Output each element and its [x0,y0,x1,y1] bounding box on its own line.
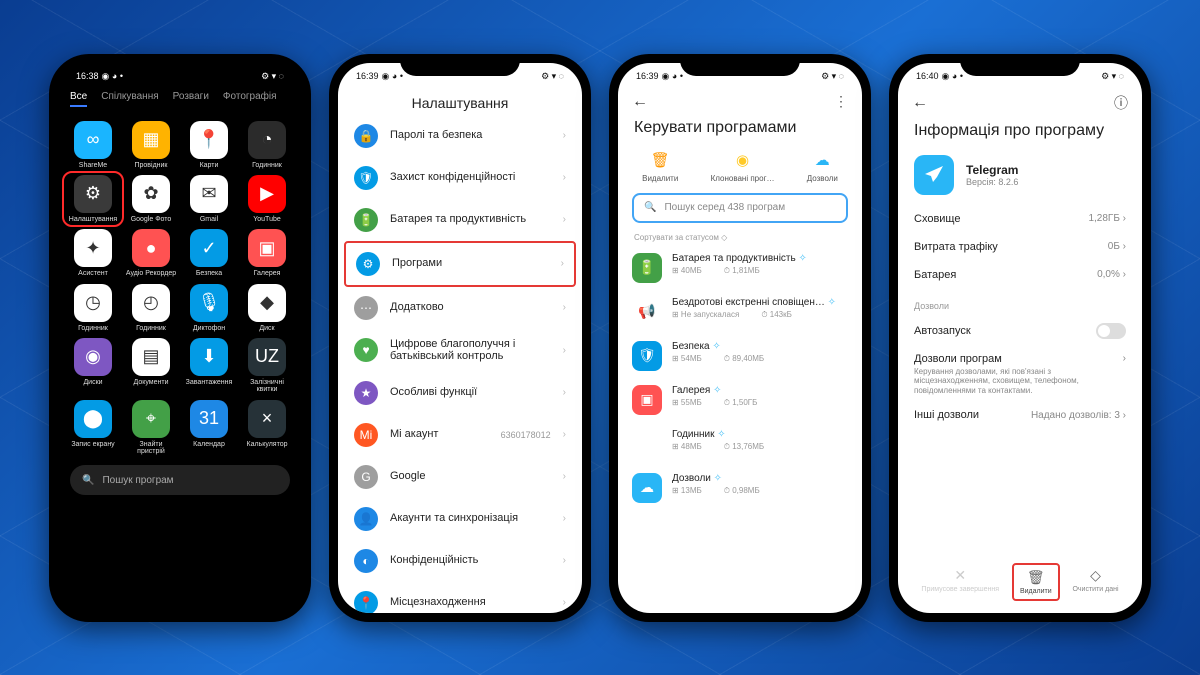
settings-row[interactable]: MiМі акаунт6360178012› [344,414,576,456]
app-диски[interactable]: ◉Диски [66,338,120,394]
app-row[interactable]: 📢Бездротові екстренні сповіщен… ✧⊞ Не за… [632,290,848,334]
app-документи[interactable]: ▤Документи [124,338,178,394]
settings-row[interactable]: ◐Конфіденційність› [344,540,576,582]
phone-4-app-info: 16:40◉ ◕ • ⚙ ▾ ◌ ← ⓘ Інформація про прог… [889,54,1151,622]
app-налаштування[interactable]: ⚙Налаштування [62,171,124,227]
app-row[interactable]: 🛡Безпека ✧⊞ 54МБ⏱ 89,40МБ [632,334,848,378]
app-диск[interactable]: ◆Диск [240,284,294,332]
settings-row[interactable]: 🔒Паролі та безпека› [344,115,576,157]
bottom-button[interactable]: 🗑Видалити [1012,563,1060,601]
page-title: Керувати програмами [618,117,862,145]
app-запис екрану[interactable]: ⬤Запис екрану [66,400,120,456]
app-асистент[interactable]: ✦Асистент [66,229,120,277]
app-годинник[interactable]: ◷Годинник [66,284,120,332]
settings-row[interactable]: 📍Місцезнаходження› [344,582,576,613]
permissions-section: Дозволи [898,289,1142,315]
app-shareme[interactable]: ∞ShareMe [66,121,120,169]
settings-row[interactable]: GGoogle› [344,456,576,498]
app-карти[interactable]: 📍Карти [182,121,236,169]
settings-row[interactable]: ⚙Програми› [344,241,576,287]
search-input[interactable]: 🔍 Пошук серед 438 програм [632,193,848,223]
tab-communication[interactable]: Спілкування [101,91,158,107]
tab-entertainment[interactable]: Розваги [173,91,209,107]
app-row[interactable]: ◷Годинник ✧⊞ 48МБ⏱ 13,76МБ [632,422,848,466]
search-icon: 🔍 [644,202,656,213]
app-row[interactable]: ▣Галерея ✧⊞ 55МБ⏱ 1,50ГБ [632,378,848,422]
app-завантаження[interactable]: ⬇Завантаження [182,338,236,394]
app-провідник[interactable]: ▦Провідник [124,121,178,169]
app-календар[interactable]: 31Календар [182,400,236,456]
sort-dropdown[interactable]: Сортувати за статусом ◇ [618,231,862,246]
autostart-row[interactable]: Автозапуск [898,315,1142,347]
telegram-icon [914,155,954,195]
settings-row[interactable]: ♥Цифрове благополуччя і батьківський кон… [344,329,576,372]
app-permissions-row[interactable]: Дозволи програм Керування дозволами, які… [898,347,1142,402]
app-безпека[interactable]: ✓Безпека [182,229,236,277]
settings-row[interactable]: 🔋Батарея та продуктивність› [344,199,576,241]
app-header: Telegram Версія: 8.2.6 [898,151,1142,205]
app-диктофон[interactable]: 🎙Диктофон [182,284,236,332]
app-калькулятор[interactable]: ×Калькулятор [240,400,294,456]
app-годинник[interactable]: ◔Годинник [240,121,294,169]
back-button[interactable]: ← [632,93,648,111]
app-row[interactable]: ☁Дозволи ✧⊞ 13МБ⏱ 0,98МБ [632,466,848,510]
bottom-button: ✕Примусове завершення [915,563,1005,601]
action-Клоновані прог…[interactable]: ◉Клоновані прог… [711,149,775,183]
app-google фото[interactable]: ✿Google Фото [124,175,178,223]
action-Дозволи[interactable]: ☁Дозволи [807,149,838,183]
info-icon[interactable]: ⓘ [1114,93,1128,113]
menu-dots[interactable]: ⋮ [834,93,848,110]
settings-row[interactable]: ★Особливі функції› [344,372,576,414]
category-tabs[interactable]: Все Спілкування Розваги Фотографія [58,87,302,111]
app-youtube[interactable]: ▶YouTube [240,175,294,223]
app-знайти пристрій[interactable]: ⌖Знайти пристрій [124,400,178,456]
search-input[interactable]: 🔍 Пошук програм [70,465,290,495]
chevron-right-icon: › [1123,353,1126,364]
settings-row[interactable]: 🛡Захист конфіденційності› [344,157,576,199]
tab-photo[interactable]: Фотографія [223,91,277,107]
phone-2-settings: 16:39◉ ◕ • ⚙ ▾ ◌ Налаштування 🔒Паролі та… [329,54,591,622]
app-галерея[interactable]: ▣Галерея [240,229,294,277]
app-name: Telegram [966,163,1018,177]
other-permissions-row[interactable]: Інші дозволи Надано дозволів: 3 › [898,401,1142,429]
app-залізничні квитки[interactable]: UZЗалізничні квитки [240,338,294,394]
stat-row[interactable]: Батарея0,0% › [898,261,1142,289]
app-годинник[interactable]: ◴Годинник [124,284,178,332]
app-gmail[interactable]: ✉Gmail [182,175,236,223]
tab-all[interactable]: Все [70,91,87,107]
app-аудіо рекордер[interactable]: ●Аудіо Рекордер [124,229,178,277]
action-Видалити[interactable]: 🗑Видалити [642,149,678,183]
app-row[interactable]: 🔋Батарея та продуктивність ✧⊞ 40МБ⏱ 1,81… [632,246,848,290]
stat-row[interactable]: Витрата трафіку0Б › [898,233,1142,261]
search-icon: 🔍 [82,475,94,486]
settings-row[interactable]: 👤Акаунти та синхронізація› [344,498,576,540]
stat-row[interactable]: Сховище1,28ГБ › [898,205,1142,233]
back-button[interactable]: ← [912,94,928,112]
phone-1-app-drawer: 16:38◉ ◕ • ⚙ ▾ ◌ Все Спілкування Розваги… [49,54,311,622]
phone-3-manage-apps: 16:39◉ ◕ • ⚙ ▾ ◌ ← ⋮ Керувати програмами… [609,54,871,622]
app-version: Версія: 8.2.6 [966,177,1018,187]
bottom-button[interactable]: ◇Очистити дані [1066,563,1124,601]
page-title: Інформація про програму [898,119,1142,151]
page-title: Налаштування [338,87,582,115]
settings-row[interactable]: ⋯Додатково› [344,287,576,329]
autostart-toggle[interactable] [1096,323,1126,339]
